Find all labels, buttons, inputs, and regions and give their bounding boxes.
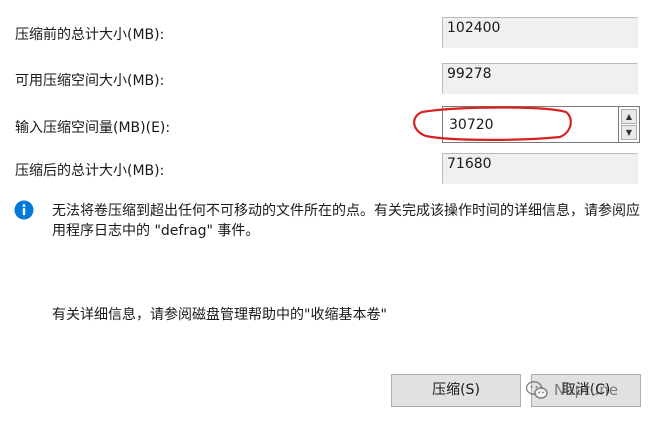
spin-down-icon[interactable]: ▼ — [621, 125, 637, 140]
shrink-button[interactable]: 压缩(S) — [391, 374, 521, 407]
total-size-before-label: 压缩前的总计大小(MB): — [15, 27, 165, 43]
shrink-amount-input[interactable] — [442, 106, 618, 143]
total-size-after-field: 71680 — [442, 153, 638, 184]
spin-control: ▲ ▼ — [618, 106, 640, 143]
help-message: 有关详细信息，请参阅磁盘管理帮助中的"收缩基本卷" — [52, 307, 387, 323]
shrink-amount-label: 输入压缩空间量(MB)(E): — [15, 120, 171, 136]
info-message: 无法将卷压缩到超出任何不可移动的文件所在的点。有关完成该操作时间的详细信息，请参… — [52, 203, 640, 239]
cancel-button[interactable]: 取消(C) — [531, 374, 641, 407]
info-icon — [14, 200, 34, 220]
available-shrink-space-label: 可用压缩空间大小(MB): — [15, 73, 165, 89]
spin-up-icon[interactable]: ▲ — [621, 109, 637, 124]
total-size-before-field: 102400 — [442, 17, 638, 48]
shrink-amount-stepper[interactable]: ▲ ▼ — [442, 106, 640, 143]
shrink-volume-dialog: 压缩前的总计大小(MB): 102400 可用压缩空间大小(MB): 99278… — [0, 0, 656, 425]
available-shrink-space-field: 99278 — [442, 63, 638, 94]
total-size-after-label: 压缩后的总计大小(MB): — [15, 163, 165, 179]
